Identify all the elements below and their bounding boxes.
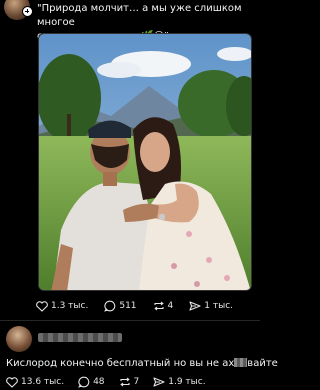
- censored-word: [234, 358, 248, 367]
- reply-comment-button[interactable]: 48: [78, 376, 105, 388]
- reply-like-count: 13.6 тыс.: [21, 377, 65, 387]
- comment-bubble-icon: [104, 300, 116, 312]
- caption-line-1: "Природа молчит… а мы уже слишком многое: [37, 3, 242, 28]
- like-count: 1.3 тыс.: [51, 301, 89, 311]
- send-icon: [153, 376, 165, 388]
- reply-text-part-1: Кислород конечно бесплатный но вы не ах: [6, 358, 235, 369]
- reply-author-name-redacted[interactable]: [38, 333, 122, 342]
- reply-share-button[interactable]: 1.9 тыс.: [153, 376, 206, 388]
- send-icon: [189, 300, 201, 312]
- repost-icon: [119, 376, 131, 388]
- comment-bubble-icon: [78, 376, 90, 388]
- share-count: 1 тыс.: [204, 301, 234, 311]
- post-actions: 1.3 тыс. 511 4 1 тыс.: [36, 300, 249, 312]
- couple-photo-image: [39, 34, 251, 290]
- comment-count: 511: [119, 301, 137, 311]
- repost-count: 4: [167, 301, 174, 311]
- repost-icon: [153, 300, 165, 312]
- thread-divider: [0, 320, 260, 321]
- heart-icon: [36, 300, 48, 312]
- reply-comment-count: 48: [93, 377, 105, 387]
- reply-text: Кислород конечно бесплатный но вы не ах в…: [6, 357, 278, 370]
- reply-repost-button[interactable]: 7: [119, 376, 140, 388]
- comment-button[interactable]: 511: [104, 300, 137, 312]
- reply-actions: 13.6 тыс. 48 7 1.9 тыс.: [6, 376, 220, 388]
- heart-icon: [6, 376, 18, 388]
- reply-share-count: 1.9 тыс.: [168, 377, 206, 387]
- follow-plus-icon[interactable]: [22, 6, 33, 17]
- reply-text-part-2: вайте: [247, 358, 278, 369]
- post-photo[interactable]: [38, 33, 252, 291]
- like-button[interactable]: 1.3 тыс.: [36, 300, 89, 312]
- reply-like-button[interactable]: 13.6 тыс.: [6, 376, 65, 388]
- repost-button[interactable]: 4: [153, 300, 174, 312]
- reply-author-avatar[interactable]: [6, 326, 32, 352]
- share-button[interactable]: 1 тыс.: [189, 300, 233, 312]
- reply-repost-count: 7: [133, 377, 140, 387]
